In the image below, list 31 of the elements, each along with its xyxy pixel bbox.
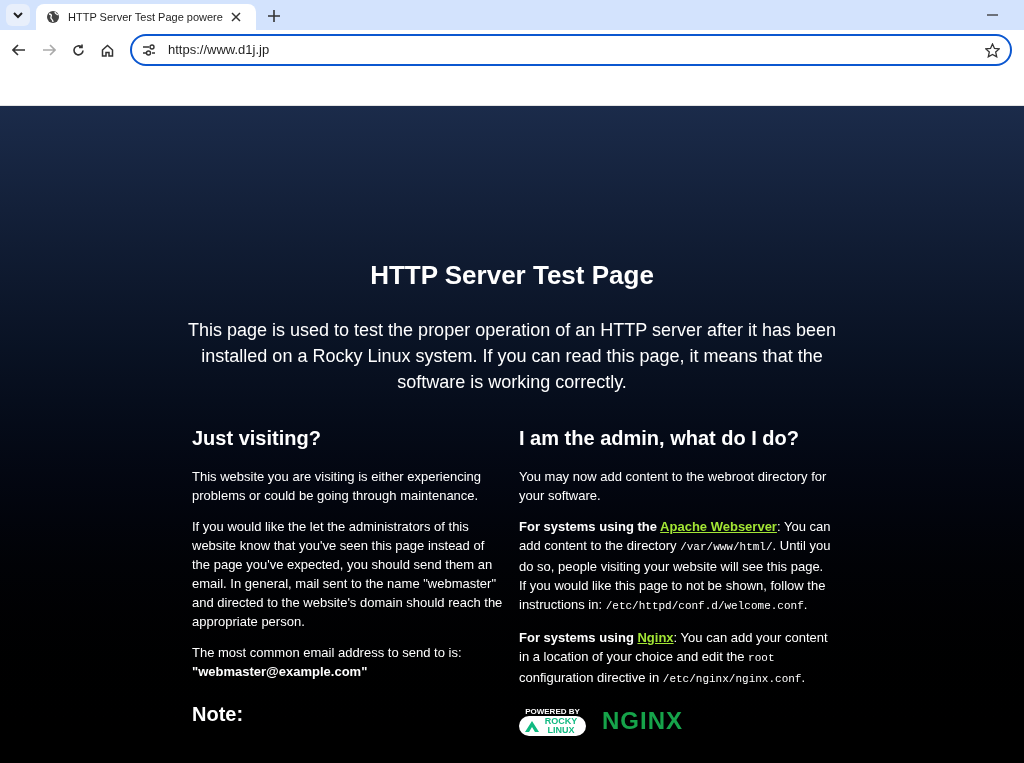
paragraph: This website you are visiting is either experiencing problems or could be going through maintenance. <box>192 468 483 505</box>
star-icon[interactable] <box>985 42 1000 58</box>
site-settings-icon[interactable] <box>142 44 156 56</box>
back-arrow-icon[interactable] <box>12 44 26 56</box>
paragraph: You may now add content to the webroot directory for your software. <box>519 468 828 505</box>
browser-tab[interactable]: HTTP Server Test Page powere <box>36 4 256 30</box>
new-tab-icon[interactable] <box>268 10 280 22</box>
url-text: https://www.d1j.jp <box>168 41 271 60</box>
reload-icon[interactable] <box>72 43 85 57</box>
section-heading: I am the admin, what do I do? <box>519 426 800 451</box>
section-heading: Note: <box>192 702 245 727</box>
tab-title: HTTP Server Test Page powere <box>68 9 223 25</box>
logo-text: ROCKY LINUX <box>543 716 579 735</box>
mountain-icon <box>525 719 539 732</box>
close-icon[interactable] <box>230 12 241 22</box>
section-heading: Just visiting? <box>192 426 322 451</box>
home-icon[interactable] <box>101 43 114 57</box>
page-title: HTTP Server Test Page <box>370 259 654 292</box>
address-bar[interactable]: https://www.d1j.jp <box>130 34 1012 66</box>
logo-caption: POWERED BY <box>525 706 580 716</box>
paragraph: The most common email address to send to is: "webmaster@example.com" <box>192 644 463 681</box>
chevron-down-icon <box>13 11 23 19</box>
nginx-logo: NGINX <box>602 706 683 736</box>
globe-icon <box>46 10 60 24</box>
link[interactable]: Apache Webserver <box>660 519 777 534</box>
paragraph: For systems using Nginx: You can add your content in a location of your choice and edit the root configuration directive in /etc/nginx/nginx.conf. <box>519 629 829 687</box>
tab-list-button[interactable] <box>6 4 30 26</box>
link[interactable]: Nginx <box>637 630 674 645</box>
paragraph: If you would like the let the administrators of this website know that you've seen this page instead of the page you've expected, you should send them an email. In general, mail sent to the name "webmaster" and directed to the website's domain should reach the appropriate person. <box>192 518 504 631</box>
paragraph: For systems using the Apache Webserver: You can add content to the directory /var/www/html/. Until you do so, people visiting your website will see this page. If you would like this page to not be shown, follow the instructions in: /etc/httpd/conf.d/welcome.conf. <box>519 518 832 614</box>
intro-paragraph: This page is used to test the proper operation of an HTTP server after it has been installed on a Rocky Linux system. If you can read this page, it means that the software is working correctly. <box>187 319 837 394</box>
